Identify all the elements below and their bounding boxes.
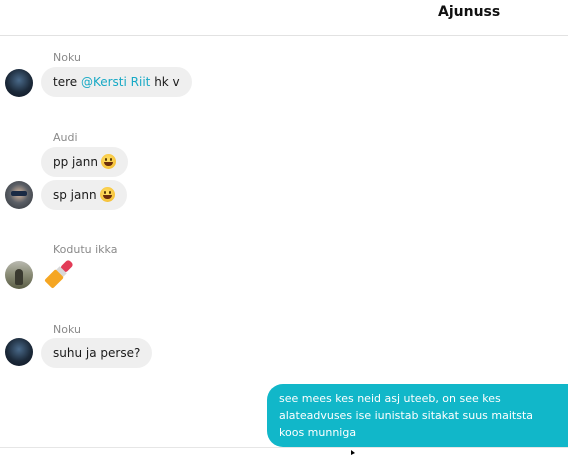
smile-emoji-icon	[99, 187, 115, 202]
sender-name: Kodutu ikka	[53, 243, 118, 256]
lipstick-emoji-icon[interactable]	[41, 259, 77, 289]
smile-emoji-icon	[100, 154, 116, 169]
message-line: koos munniga	[279, 426, 357, 439]
message-bubble[interactable]: tere @Kersti Riit hk v	[41, 67, 192, 97]
avatar[interactable]	[5, 69, 33, 97]
message-bubble[interactable]: pp jann	[41, 147, 128, 177]
message-text: hk v	[150, 75, 180, 89]
message-line: alateadvuses ise iunistab sitakat suus m…	[279, 409, 533, 422]
mouse-cursor-icon	[351, 450, 355, 455]
sender-name: Noku	[53, 323, 81, 336]
avatar[interactable]	[5, 338, 33, 366]
message-text: suhu ja perse?	[53, 346, 141, 360]
chat-header: Ajunuss	[0, 0, 568, 36]
avatar[interactable]	[5, 181, 33, 209]
mention-link[interactable]: @Kersti Riit	[81, 75, 150, 89]
chat-title: Ajunuss	[438, 4, 501, 20]
divider	[0, 447, 568, 448]
own-message-bubble[interactable]: see mees kes neid asj uteeb, on see kes …	[267, 384, 568, 447]
message-text: tere	[53, 75, 81, 89]
message-text: sp jann	[53, 188, 97, 202]
message-bubble[interactable]: suhu ja perse?	[41, 338, 153, 368]
message-line: see mees kes neid asj uteeb, on see kes	[279, 392, 501, 405]
message-bubble[interactable]: sp jann	[41, 180, 127, 210]
message-text: pp jann	[53, 155, 98, 169]
sender-name: Noku	[53, 51, 81, 64]
sender-name: Audi	[53, 131, 78, 144]
avatar[interactable]	[5, 261, 33, 289]
